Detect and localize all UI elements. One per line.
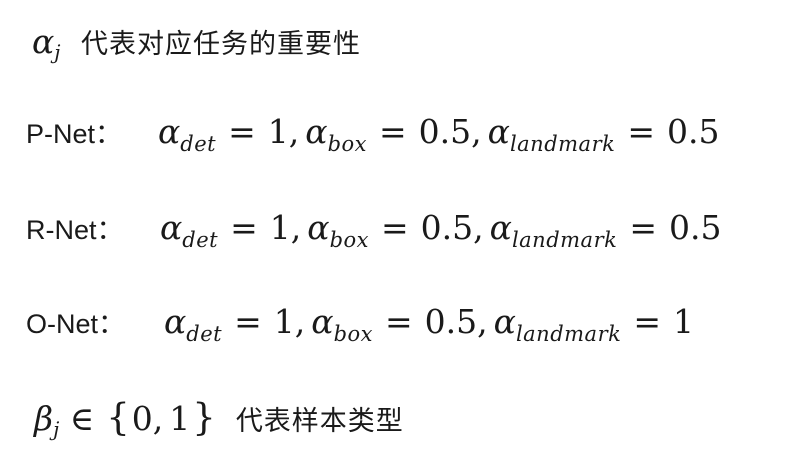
landmark-value: 0.5: [667, 112, 720, 151]
box-subscript: box: [333, 322, 373, 346]
box-value: 0.5: [418, 112, 472, 151]
box-subscript: box: [327, 132, 367, 156]
beta-subscript: j: [53, 417, 60, 441]
det-value: 1: [267, 112, 289, 151]
comma: ,: [473, 208, 484, 247]
box-value: 0.5: [420, 208, 474, 247]
alpha-box-symbol: α: [307, 208, 330, 247]
equals-sign: =: [230, 208, 258, 247]
landmark-subscript: landmark: [511, 228, 618, 252]
equals-sign: =: [633, 302, 661, 341]
set-value-0: 0: [131, 399, 153, 438]
det-value: 1: [273, 302, 295, 341]
alpha-det-symbol: α: [164, 302, 187, 341]
outro-line: βj ∈ { 0 , 1 } 代表样本类型: [34, 396, 404, 441]
equals-sign: =: [385, 302, 413, 341]
det-subscript: det: [182, 228, 219, 252]
landmark-subscript: landmark: [515, 322, 622, 346]
alpha-landmark-symbol: α: [489, 208, 512, 247]
close-brace: }: [192, 396, 216, 439]
alpha-det-symbol: α: [158, 112, 181, 151]
beta-symbol: β: [34, 399, 54, 438]
det-subscript: det: [180, 132, 217, 156]
alpha-box-symbol: α: [305, 112, 328, 151]
open-brace: {: [106, 396, 130, 439]
det-value: 1: [269, 208, 291, 247]
onet-row: O-Net： α det = 1, α box = 0.5, α landmark =…: [26, 302, 694, 346]
intro-text: 代表对应任务的重要性: [81, 29, 361, 60]
equals-sign: =: [228, 112, 256, 151]
comma: ,: [290, 208, 302, 247]
element-of-sign: ∈: [69, 399, 95, 438]
rnet-row: R-Net： α det = 1, α box = 0.5, α landmark =…: [26, 208, 722, 252]
landmark-value: 0.5: [669, 208, 722, 247]
alpha-det-symbol: α: [160, 208, 183, 247]
box-subscript: box: [329, 228, 369, 252]
rnet-label: R-Net：: [26, 215, 124, 245]
alpha-box-symbol: α: [311, 302, 334, 341]
landmark-subscript: landmark: [509, 132, 616, 156]
set-value-1: 1: [169, 399, 191, 438]
box-value: 0.5: [424, 302, 478, 341]
intro-line: αj 代表对应任务的重要性: [32, 22, 361, 64]
equals-sign: =: [379, 112, 407, 151]
landmark-value: 1: [673, 302, 694, 341]
comma: ,: [288, 112, 300, 151]
outro-text: 代表样本类型: [235, 406, 404, 437]
equals-sign: =: [627, 112, 655, 151]
det-subscript: det: [186, 322, 223, 346]
equals-sign: =: [381, 208, 409, 247]
alpha-landmark-symbol: α: [487, 112, 510, 151]
equals-sign: =: [629, 208, 657, 247]
pnet-label: P-Net：: [26, 119, 123, 149]
comma: ,: [294, 302, 306, 341]
onet-label: O-Net：: [26, 309, 126, 339]
set-separator: ,: [152, 399, 164, 438]
alpha-landmark-symbol: α: [493, 302, 516, 341]
comma: ,: [477, 302, 488, 341]
alpha-symbol: α: [32, 22, 55, 61]
equals-sign: =: [234, 302, 262, 341]
pnet-row: P-Net： α det = 1, α box = 0.5, α landmark =…: [26, 112, 720, 156]
comma: ,: [471, 112, 482, 151]
alpha-subscript: j: [54, 40, 61, 64]
